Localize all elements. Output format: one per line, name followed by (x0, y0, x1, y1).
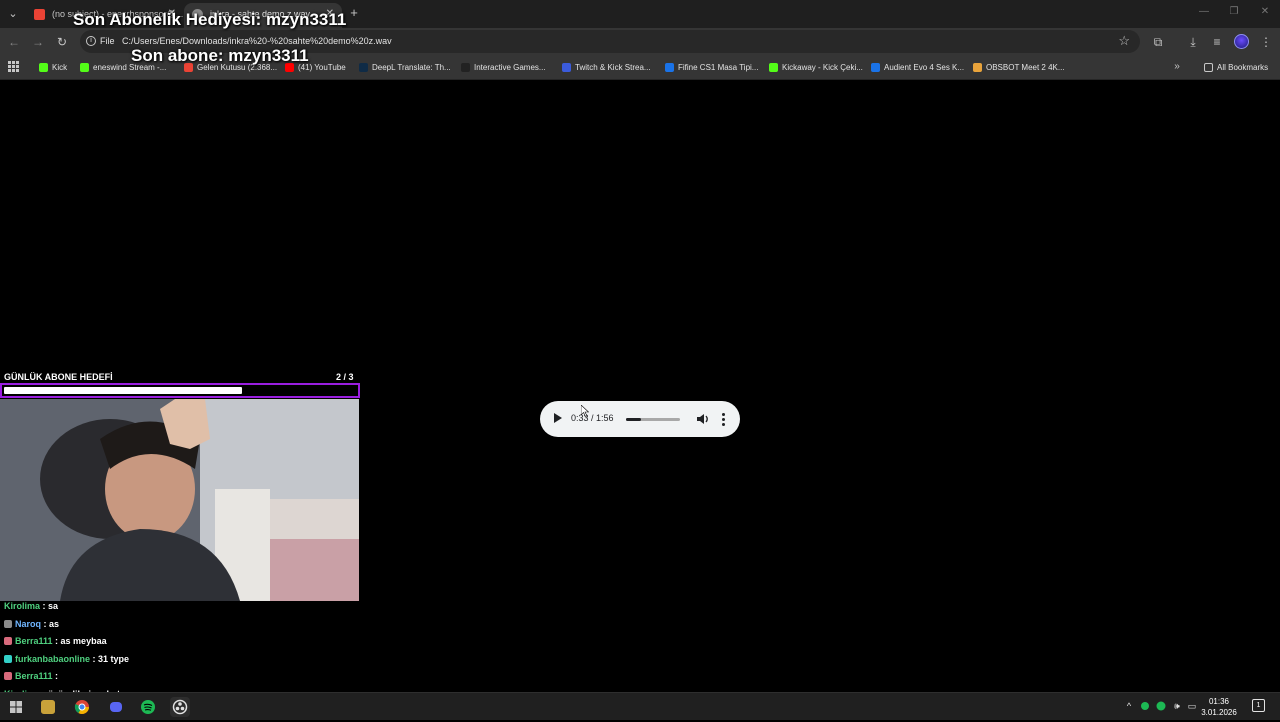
seek-slider[interactable] (626, 418, 680, 421)
chat-badge-icon (4, 654, 12, 663)
folder-icon (1204, 63, 1213, 72)
bookmark-label: Twitch & Kick Strea... (575, 63, 651, 72)
chat-message: furkanbabaonline : 31 type (0, 651, 360, 669)
taskbar-clock[interactable]: 01:36 3.01.2026 (1196, 696, 1242, 718)
menu-kebab-icon[interactable]: ⋮ (1258, 34, 1274, 50)
profile-avatar[interactable] (1234, 34, 1249, 49)
bookmark-label: Interactive Games... (474, 63, 546, 72)
sub-goal-count: 2 / 3 (336, 372, 354, 382)
chat-text: : 31 type (90, 653, 130, 664)
gmail-icon (34, 9, 45, 20)
bookmark-label: Kick (52, 63, 68, 72)
bookmark-item[interactable]: Kickaway - Kick Çeki... (769, 61, 863, 74)
chat-text: : as meybaa (52, 636, 107, 646)
windows-taskbar: ^ 🕪 ▭ 01:36 3.01.2026 1 (0, 692, 1280, 720)
play-icon[interactable] (554, 413, 562, 423)
forward-icon[interactable]: → (30, 34, 46, 50)
reload-icon[interactable]: ↻ (54, 34, 70, 50)
last-sub-overlay: Son abone: mzyn3311 (131, 46, 309, 65)
sub-goal-progress-bar (0, 383, 360, 398)
extensions-icon[interactable]: ⧉ (1150, 34, 1166, 50)
audio-player: 0:33 / 1:56 (540, 401, 740, 437)
sub-goal-title: GÜNLÜK ABONE HEDEFİ (4, 372, 113, 382)
chat-text: : (52, 671, 59, 681)
download-icon[interactable]: ⤓ (1185, 34, 1201, 50)
chat-message: Berra111 : (0, 668, 360, 686)
mouse-cursor-icon (581, 405, 589, 417)
chat-badge-icon (4, 672, 12, 680)
bookmark-item[interactable]: Kick (39, 61, 67, 74)
chat-badge-icon (4, 637, 12, 645)
discord-icon[interactable] (106, 697, 126, 717)
tray-spotify-icon[interactable] (1156, 701, 1166, 711)
bookmark-item[interactable]: OBSBOT Meet 2 4K... (973, 61, 1065, 74)
kickaway-icon (769, 63, 778, 72)
bookmark-item[interactable]: Twitch & Kick Strea... (562, 61, 651, 74)
bookmark-label: Fifine CS1 Masa Tipi... (678, 63, 759, 72)
bookmark-label: OBSBOT Meet 2 4K... (986, 63, 1065, 72)
chat-username: Naroq (15, 618, 42, 629)
info-icon: i (86, 36, 96, 46)
notification-center-icon[interactable]: 1 (1252, 699, 1265, 712)
check-icon (871, 63, 880, 72)
cp-icon (562, 63, 571, 72)
check-icon (665, 63, 674, 72)
new-tab-button[interactable]: + (346, 5, 362, 21)
restore-icon[interactable]: ❐ (1228, 6, 1240, 17)
obs-icon[interactable] (170, 697, 190, 717)
close-window-icon[interactable]: ✕ (1259, 6, 1271, 17)
webcam-image (0, 399, 359, 601)
speaker-icon[interactable]: 🕪 (1172, 701, 1182, 711)
sub-goal-progress-fill (4, 387, 242, 394)
chat-message: Berra111 : as meybaa (0, 633, 360, 651)
volume-icon[interactable] (696, 412, 710, 426)
bookmark-label: DeepL Translate: Th... (372, 63, 451, 72)
bookmark-item[interactable]: Fifine CS1 Masa Tipi... (665, 61, 758, 74)
kick-icon (80, 63, 89, 72)
chat-message: Naroq : as (0, 616, 360, 634)
chat-username: furkanbabaonline (15, 653, 91, 664)
chrome-icon[interactable] (72, 697, 92, 717)
player-options-icon[interactable] (720, 412, 726, 426)
file-explorer-icon[interactable] (41, 700, 55, 714)
bookmark-star-icon[interactable]: ☆ (1118, 33, 1130, 49)
spotify-icon[interactable] (138, 697, 158, 717)
tray-status-icon[interactable] (1140, 701, 1150, 711)
chat-username: Berra111 (15, 636, 53, 646)
chat-text: : as (41, 618, 60, 629)
start-windows-icon[interactable] (6, 697, 26, 717)
bookmark-label: Audient Evo 4 Ses K... (884, 63, 965, 72)
site-info-chip[interactable]: i File (86, 34, 115, 49)
chat-username: Kirolima (4, 601, 41, 611)
bookmark-item[interactable]: Audient Evo 4 Ses K... (871, 61, 964, 74)
all-bookmarks-button[interactable]: All Bookmarks (1204, 61, 1268, 74)
w-icon (973, 63, 982, 72)
last-gift-sub-overlay: Son Abonelik Hediyesi: mzyn3311 (73, 10, 347, 29)
file-chip-label: File (100, 36, 115, 46)
playback-time: 0:33 / 1:56 (571, 413, 614, 423)
games-icon (461, 63, 470, 72)
apps-grid-icon[interactable] (8, 61, 19, 72)
bookmark-label: Kickaway - Kick Çeki... (782, 63, 863, 72)
all-bookmarks-label: All Bookmarks (1217, 63, 1269, 72)
chat-text: : sa (40, 601, 59, 611)
deepl-icon (359, 63, 368, 72)
bookmark-item[interactable]: Interactive Games... (461, 61, 546, 74)
back-icon[interactable]: ← (6, 34, 22, 50)
chat-username: Berra111 (15, 671, 53, 681)
chat-badge-icon (4, 619, 12, 628)
clock-time: 01:36 (1208, 697, 1230, 706)
media-controls-icon[interactable]: ≡ (1209, 34, 1225, 50)
tray-overflow-chevron-icon[interactable]: ^ (1124, 701, 1134, 711)
bookmark-item[interactable]: DeepL Translate: Th... (359, 61, 451, 74)
chat-message: Kirolima : sa (0, 598, 360, 616)
seek-slider-fill (626, 418, 642, 421)
minimize-icon[interactable]: — (1198, 6, 1210, 17)
tab-search-chevron-icon[interactable]: ⌄ (4, 5, 22, 23)
webcam-feed (0, 399, 359, 601)
clock-date: 3.01.2026 (1201, 708, 1237, 717)
kick-icon (39, 63, 48, 72)
more-bookmarks-icon[interactable]: » (1169, 59, 1185, 75)
